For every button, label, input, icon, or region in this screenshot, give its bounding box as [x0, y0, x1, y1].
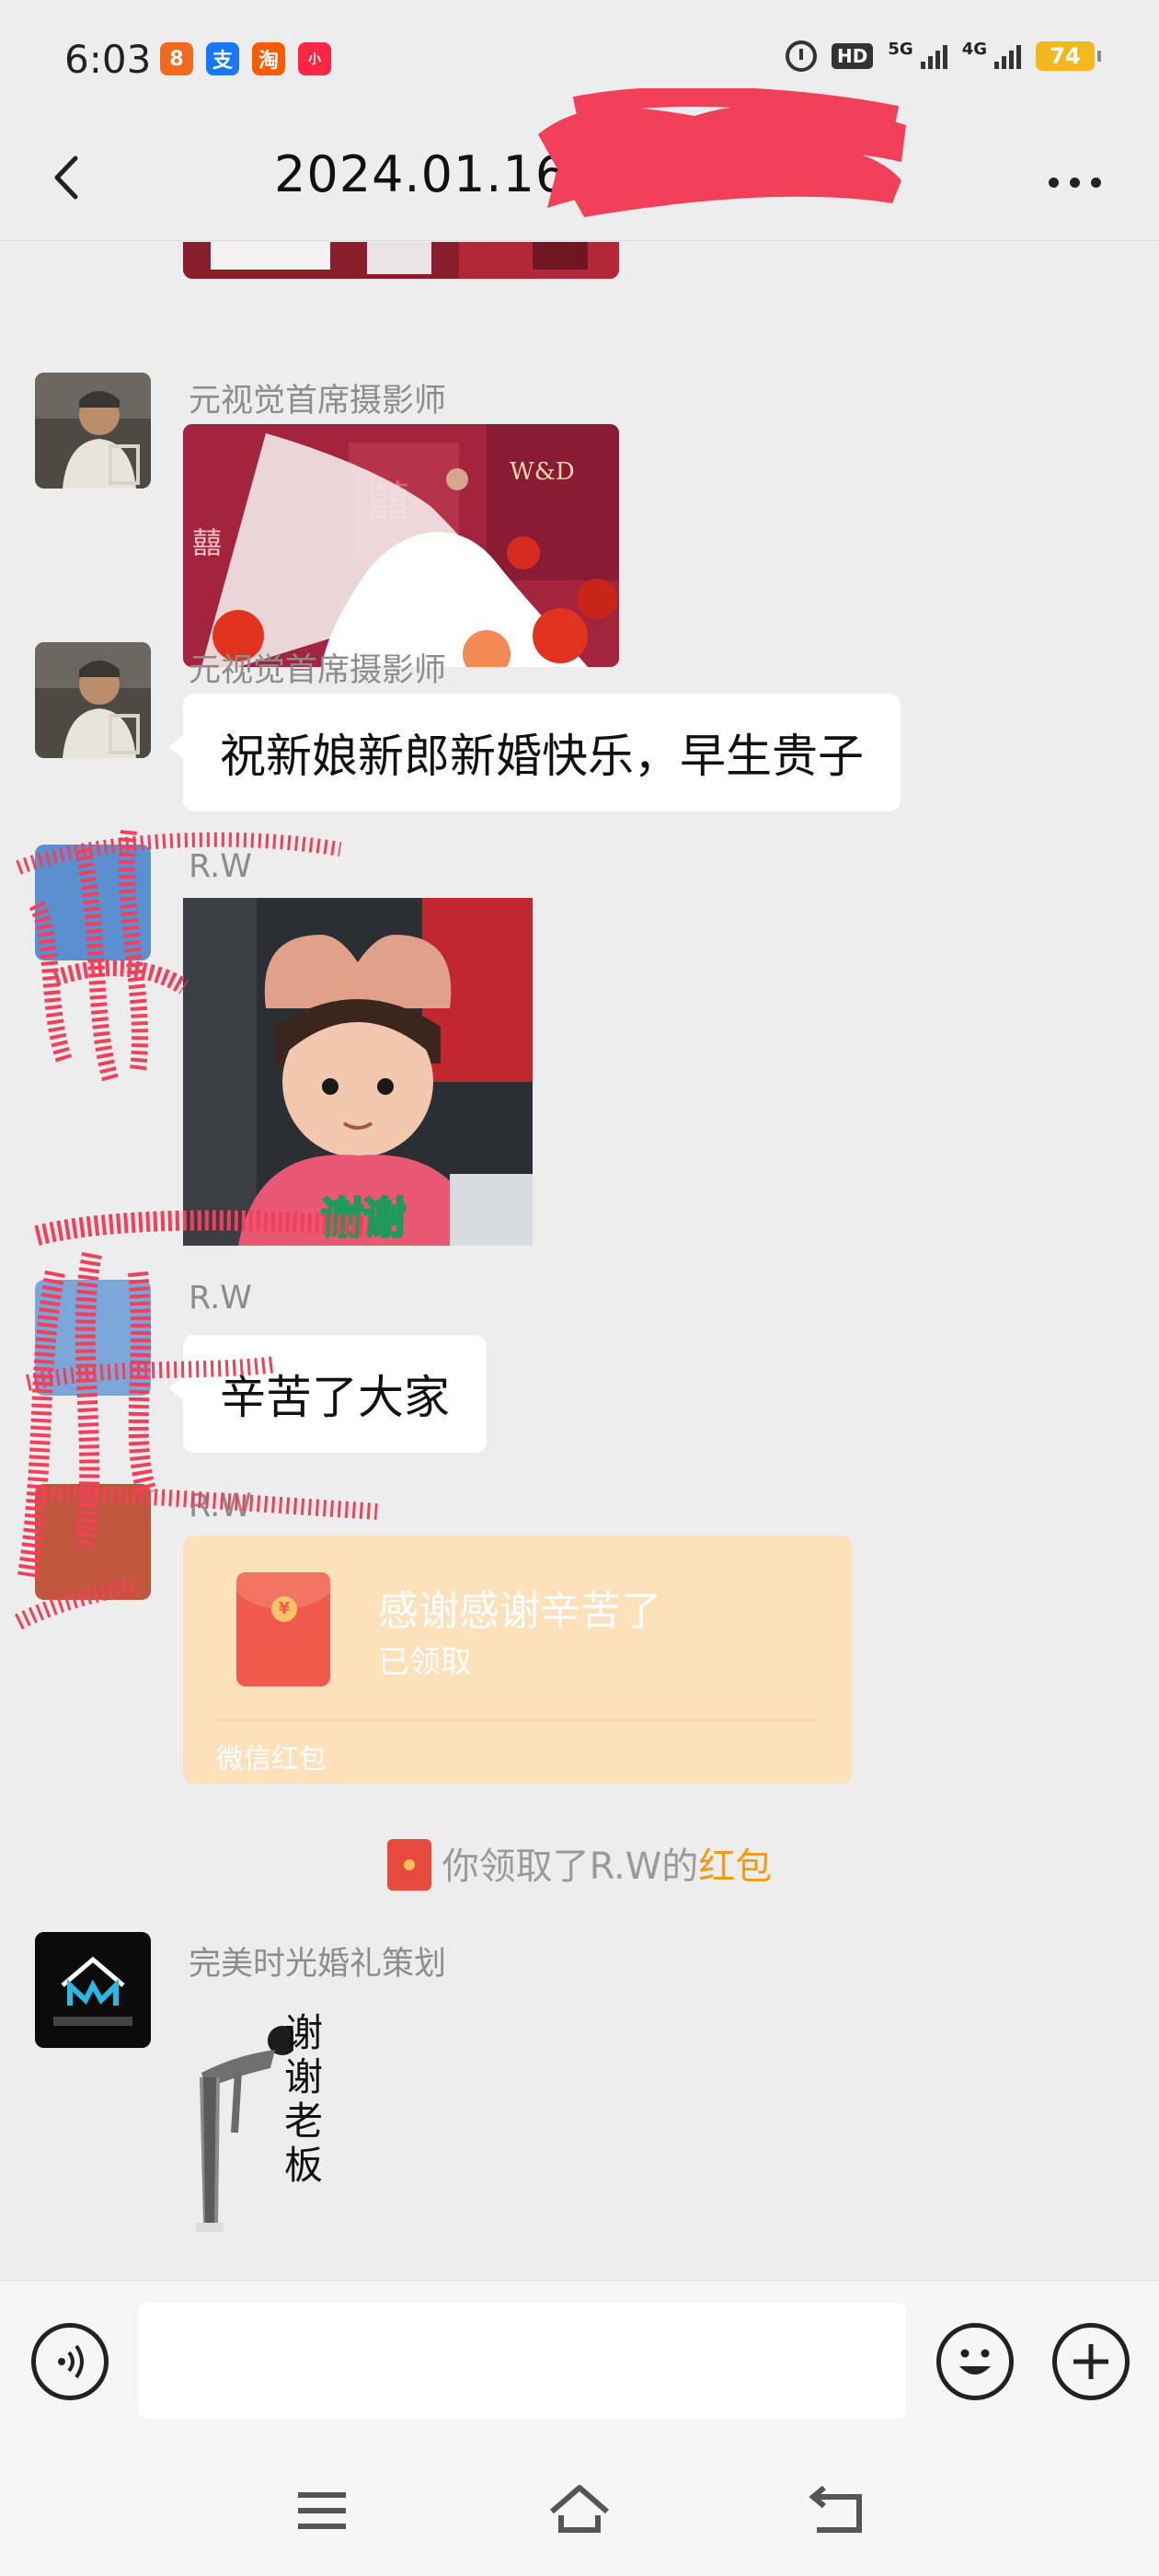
redaction-scribble	[538, 88, 906, 217]
sticker-caption: 谢谢	[320, 1192, 407, 1245]
return-icon	[809, 2485, 862, 2533]
input-bar	[0, 2280, 1159, 2445]
divider	[214, 1719, 821, 1720]
message-input[interactable]	[138, 2303, 906, 2419]
more-options-button[interactable]	[1049, 164, 1113, 201]
red-packet-icon: ¥	[236, 1572, 330, 1686]
sender-name: 元视觉首席摄影师	[189, 652, 447, 689]
avatar[interactable]	[35, 1932, 151, 2048]
sender-name: 元视觉首席摄影师	[189, 383, 447, 420]
wedding-photo[interactable]: W&D 囍 囍	[183, 424, 619, 667]
home-nav-button[interactable]	[543, 2478, 616, 2543]
net-4g-label: 4G	[961, 39, 987, 59]
status-time: 6:03	[64, 37, 152, 82]
wedding-photo-icon[interactable]	[183, 242, 619, 279]
red-packet-status: 已领取	[378, 1644, 472, 1681]
chat-title: 2024.01.16	[274, 145, 568, 203]
avatar[interactable]	[35, 373, 151, 489]
chat-history[interactable]: 元视觉首席摄影师 W&D 囍 囍	[0, 242, 1159, 2280]
avatar[interactable]	[35, 1484, 151, 1600]
dot-icon	[1070, 177, 1080, 188]
svg-text:囍: 囍	[192, 525, 222, 560]
back-button[interactable]	[39, 145, 103, 210]
sender-name: R.W	[189, 1488, 252, 1524]
net-5g-label: 5G	[888, 39, 913, 59]
back-nav-button[interactable]	[800, 2478, 874, 2543]
emoji-button[interactable]	[936, 2323, 1014, 2400]
red-packet-link[interactable]: 红包	[698, 1846, 772, 1888]
message-bubble[interactable]: 辛苦了大家	[168, 1335, 487, 1453]
sender-name: 完美时光婚礼策划	[189, 1946, 447, 1983]
system-notice: 你领取了R.W的红包	[0, 1836, 1159, 1894]
xiaohongshu-icon: 小	[298, 42, 331, 75]
sticker-image[interactable]: 谢谢老板	[183, 1985, 344, 2280]
smiley-icon	[959, 2349, 991, 2375]
taobao-icon: 淘	[252, 42, 285, 75]
hd-badge: HD	[832, 43, 874, 69]
home-icon	[550, 2485, 609, 2533]
chevron-left-icon	[54, 155, 78, 200]
avatar[interactable]	[35, 845, 151, 960]
system-nav-bar	[0, 2445, 1159, 2576]
more-functions-button[interactable]	[1052, 2323, 1130, 2400]
sticker-caption: 谢谢老板	[284, 2010, 324, 2188]
svg-text:W&D: W&D	[510, 458, 575, 486]
voice-icon	[58, 2344, 84, 2379]
battery-icon: 74	[1036, 41, 1101, 71]
status-indicators: HD 5G 4G 74	[786, 39, 1101, 72]
notification-icons: 8 支 淘 小	[160, 42, 331, 75]
plus-icon	[1073, 2344, 1108, 2379]
sender-name: R.W	[189, 1280, 252, 1317]
red-packet-footer: 微信红包	[216, 1743, 327, 1776]
signal-icon-2	[994, 43, 1021, 69]
dot-icon	[1091, 177, 1101, 188]
sender-name: R.W	[189, 848, 252, 885]
avatar[interactable]	[35, 1280, 151, 1396]
voice-input-button[interactable]	[31, 2323, 109, 2400]
alarm-icon	[786, 40, 818, 72]
red-packet-icon	[386, 1839, 431, 1891]
avatar[interactable]	[35, 642, 151, 758]
red-packet-card[interactable]: ¥ 感谢感谢辛苦了 已领取 微信红包	[183, 1535, 853, 1784]
red-packet-title: 感谢感谢辛苦了	[378, 1588, 661, 1635]
alipay-icon: 支	[206, 42, 239, 75]
menu-nav-button[interactable]	[285, 2478, 359, 2543]
menu-icon	[298, 2492, 346, 2529]
system-notice-text: 你领取了R.W的	[442, 1846, 699, 1888]
message-bubble[interactable]: 祝新娘新郎新婚快乐，早生贵子	[168, 694, 901, 811]
meituan-icon: 8	[160, 42, 193, 75]
signal-icon	[920, 43, 947, 69]
sticker-image[interactable]: 谢谢	[183, 898, 533, 1246]
dot-icon	[1049, 177, 1059, 188]
